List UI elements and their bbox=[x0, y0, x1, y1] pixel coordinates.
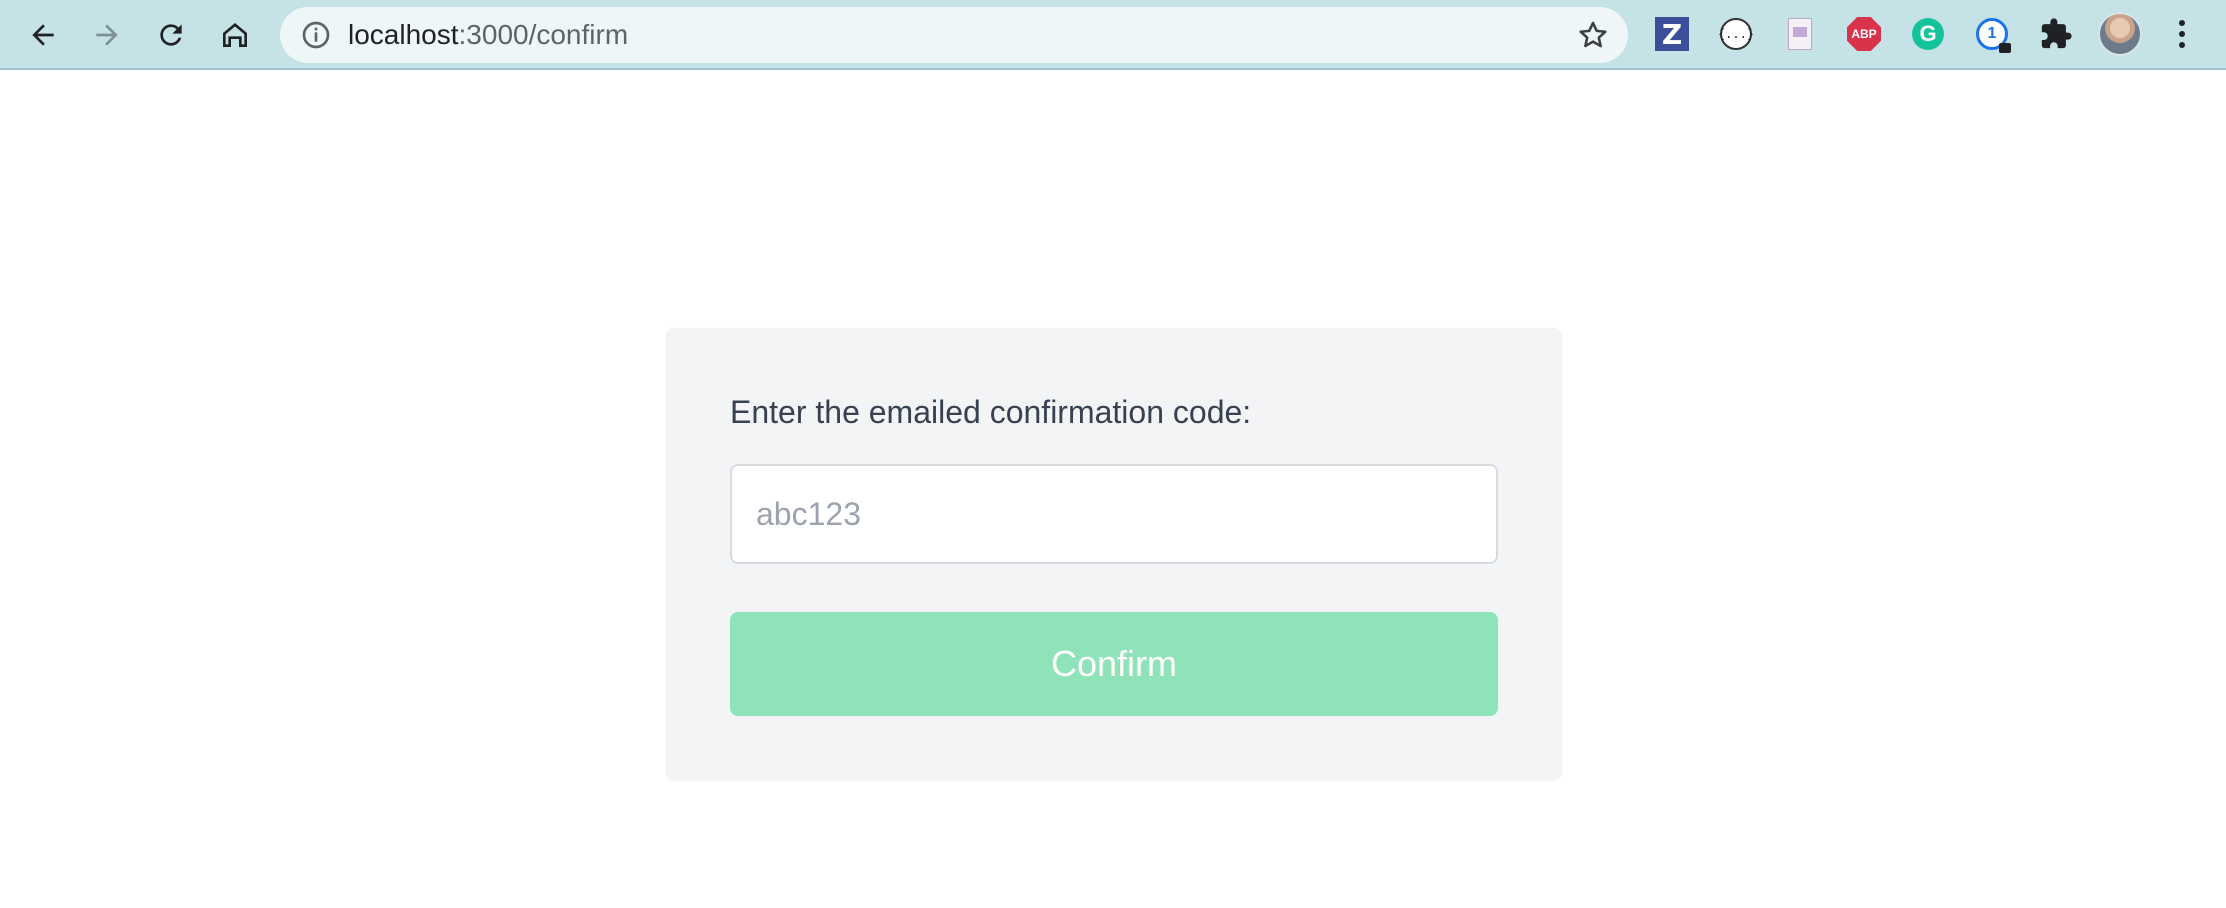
url-host: localhost bbox=[348, 19, 459, 50]
grammarly-icon: G bbox=[1912, 18, 1944, 50]
adblock-extension-button[interactable]: ABP bbox=[1844, 14, 1884, 54]
info-icon[interactable] bbox=[300, 19, 332, 51]
zotero-icon: Z bbox=[1655, 17, 1689, 51]
json-viewer-extension-button[interactable]: {...} bbox=[1716, 14, 1756, 54]
home-icon bbox=[223, 23, 247, 47]
kebab-menu-icon[interactable] bbox=[2170, 14, 2194, 54]
zotero-extension-button[interactable]: Z bbox=[1652, 14, 1692, 54]
document-icon bbox=[1788, 18, 1812, 50]
grammarly-extension-button[interactable]: G bbox=[1908, 14, 1948, 54]
url-text[interactable]: localhost:3000/confirm bbox=[348, 7, 628, 63]
confirmation-code-input[interactable] bbox=[730, 464, 1498, 564]
reload-icon bbox=[160, 24, 182, 46]
document-extension-button[interactable] bbox=[1780, 14, 1820, 54]
confirm-button[interactable]: Confirm bbox=[730, 612, 1498, 716]
reload-button[interactable] bbox=[148, 12, 194, 58]
address-bar[interactable]: localhost:3000/confirm bbox=[280, 7, 1628, 63]
json-viewer-icon: {...} bbox=[1718, 18, 1754, 50]
adblock-icon: ABP bbox=[1847, 17, 1881, 51]
url-path: :3000/confirm bbox=[458, 19, 629, 50]
profile-avatar[interactable] bbox=[2098, 12, 2142, 56]
arrow-right-icon bbox=[96, 24, 118, 46]
password-manager-extension-button[interactable]: 1 bbox=[1972, 14, 2012, 54]
star-icon[interactable] bbox=[1576, 18, 1610, 52]
home-button[interactable] bbox=[212, 12, 258, 58]
arrow-left-icon bbox=[32, 24, 54, 46]
puzzle-piece-icon bbox=[2041, 18, 2072, 49]
browser-toolbar: localhost:3000/confirm Z {...} ABP G 1 bbox=[0, 0, 2226, 70]
confirmation-card: Enter the emailed confirmation code: Con… bbox=[666, 328, 1562, 780]
back-button[interactable] bbox=[20, 12, 66, 58]
extensions-button[interactable] bbox=[2036, 14, 2076, 54]
password-manager-icon: 1 bbox=[1976, 18, 2011, 53]
confirmation-code-label: Enter the emailed confirmation code: bbox=[730, 394, 1252, 430]
forward-button[interactable] bbox=[84, 12, 130, 58]
